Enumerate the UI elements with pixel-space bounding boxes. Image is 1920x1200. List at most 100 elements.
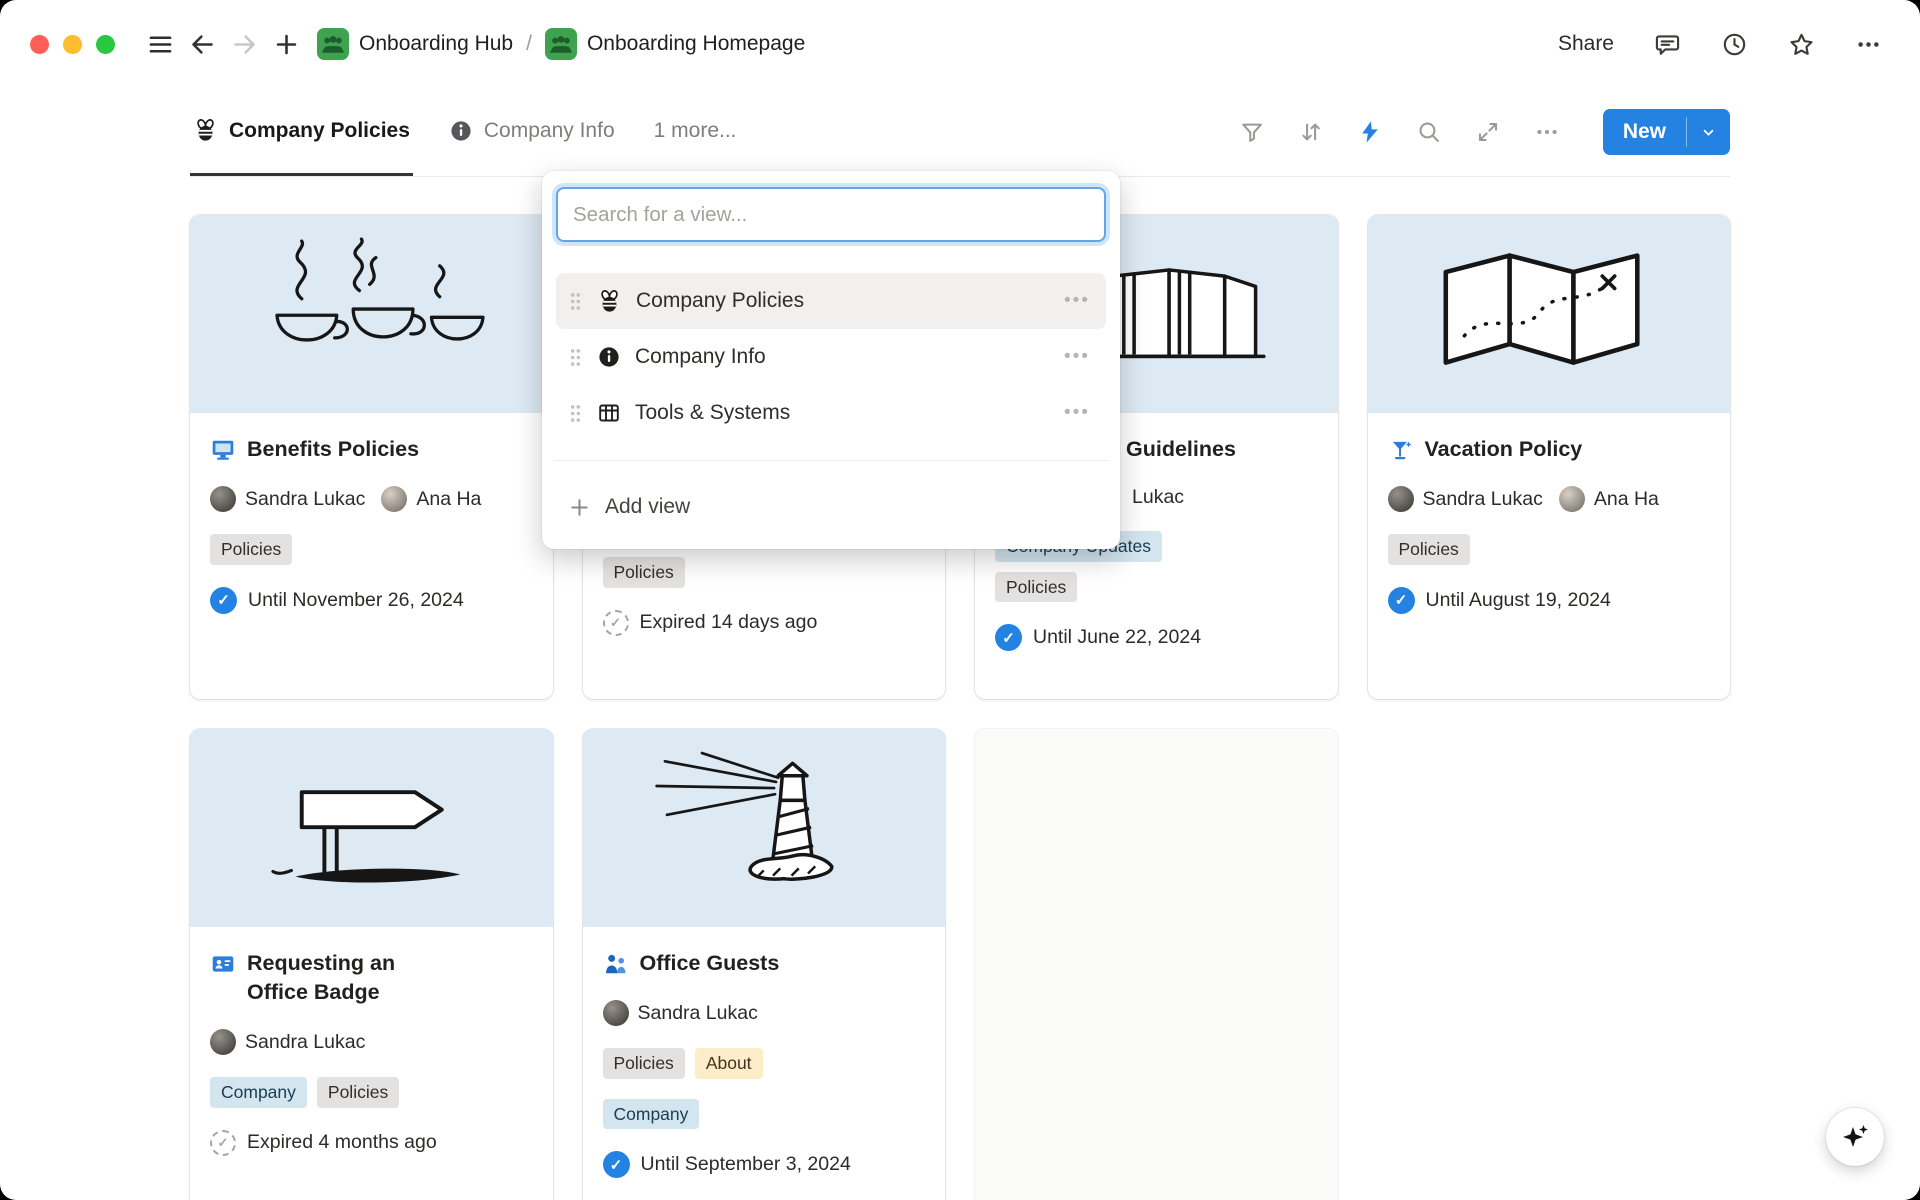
avatar xyxy=(1388,486,1414,512)
person-name: Sandra Lukac xyxy=(1423,488,1543,511)
chevron-down-icon[interactable] xyxy=(1687,109,1730,155)
verified-badge-icon: ✓ xyxy=(210,587,237,614)
card-title: Requesting an Office Badge xyxy=(247,949,417,1007)
app-window: Onboarding Hub / Onboarding Homepage Sha… xyxy=(0,0,1920,1200)
verified-badge-icon: ✓ xyxy=(995,624,1022,651)
tab-label: Company Info xyxy=(484,119,615,143)
computer-icon xyxy=(210,437,236,463)
card-cover-signpost xyxy=(190,729,553,927)
filter-icon[interactable] xyxy=(1239,119,1265,145)
expand-icon[interactable] xyxy=(1475,119,1501,145)
team-icon xyxy=(317,28,349,60)
ai-assistant-button[interactable] xyxy=(1826,1108,1884,1166)
expired-icon: ✓ xyxy=(603,610,629,636)
history-icon[interactable] xyxy=(1721,31,1748,58)
card-status: ✓ Expired 4 months ago xyxy=(210,1130,437,1156)
person: Sandra Lukac xyxy=(210,1029,365,1055)
view-more-icon[interactable] xyxy=(1534,119,1560,145)
status-text: Until August 19, 2024 xyxy=(1426,589,1611,612)
view-controls: New xyxy=(1239,109,1730,155)
team-icon xyxy=(545,28,577,60)
person-name: Ana Ha xyxy=(1594,488,1659,511)
card-title-row: Benefits Policies xyxy=(210,435,419,464)
card-people: Sandra Lukac xyxy=(603,1000,946,1026)
star-icon[interactable] xyxy=(1788,31,1815,58)
zoom-button[interactable] xyxy=(96,35,115,54)
drag-handle-icon[interactable] xyxy=(568,346,583,369)
tag: Policies xyxy=(603,557,685,588)
breadcrumb-current-label: Onboarding Homepage xyxy=(587,32,805,56)
view-item-company-info[interactable]: Company Info ••• xyxy=(556,329,1106,385)
card-tags: Policies xyxy=(603,557,685,588)
view-item-company-policies[interactable]: Company Policies ••• xyxy=(556,273,1106,329)
sidebar-toggle-icon[interactable] xyxy=(139,23,181,65)
card-title-row: Requesting an Office Badge xyxy=(210,949,417,1007)
new-button[interactable]: New xyxy=(1603,109,1730,155)
card-vacation-policy[interactable]: Vacation Policy Sandra Lukac Ana Ha Poli… xyxy=(1368,215,1731,699)
card-body: Benefits Policies Sandra Lukac Ana Ha Po… xyxy=(190,413,553,634)
person-name: Ana Ha xyxy=(416,488,481,511)
card-people: Sandra Lukac Ana Ha xyxy=(210,486,553,512)
tag: Policies xyxy=(210,534,292,565)
tag: About xyxy=(695,1048,763,1079)
expired-icon: ✓ xyxy=(210,1130,236,1156)
view-item-tools-systems[interactable]: Tools & Systems ••• xyxy=(556,385,1106,441)
view-list: Company Policies ••• Company Info ••• xyxy=(556,273,1106,441)
new-gallery-card-button[interactable]: New xyxy=(975,729,1338,1200)
tab-company-policies[interactable]: Company Policies xyxy=(190,88,413,176)
sort-icon[interactable] xyxy=(1298,119,1324,145)
tabs-overflow[interactable]: 1 more... xyxy=(651,88,740,176)
card-benefits-policies[interactable]: Benefits Policies Sandra Lukac Ana Ha Po… xyxy=(190,215,553,699)
view-item-menu-icon[interactable]: ••• xyxy=(1060,346,1094,368)
card-status: ✓ Until August 19, 2024 xyxy=(1388,587,1611,614)
status-text: Until November 26, 2024 xyxy=(248,589,464,612)
tag: Policies xyxy=(995,572,1077,603)
badge-icon xyxy=(210,951,236,977)
topbar-actions: Share xyxy=(1558,31,1882,58)
minimize-button[interactable] xyxy=(63,35,82,54)
view-search-input[interactable] xyxy=(556,187,1106,242)
new-button-label[interactable]: New xyxy=(1603,109,1686,155)
info-icon xyxy=(449,119,473,143)
card-body: Requesting an Office Badge Sandra Lukac … xyxy=(190,927,553,1176)
card-tags: Policies xyxy=(1388,534,1470,565)
automation-lightning-icon[interactable] xyxy=(1357,119,1383,145)
card-requesting-office-badge[interactable]: Requesting an Office Badge Sandra Lukac … xyxy=(190,729,553,1200)
new-page-icon[interactable] xyxy=(265,23,307,65)
breadcrumb-root[interactable]: Onboarding Hub xyxy=(317,28,513,60)
card-cover-mugs xyxy=(190,215,553,413)
back-icon[interactable] xyxy=(181,23,223,65)
share-button[interactable]: Share xyxy=(1558,32,1614,56)
tag: Policies xyxy=(1388,534,1470,565)
person: Ana Ha xyxy=(1559,486,1659,512)
tag: Company xyxy=(603,1099,700,1130)
avatar xyxy=(603,1000,629,1026)
view-item-menu-icon[interactable]: ••• xyxy=(1060,290,1094,312)
drag-handle-icon[interactable] xyxy=(568,402,583,425)
view-item-menu-icon[interactable]: ••• xyxy=(1060,402,1094,424)
status-text: Expired 14 days ago xyxy=(640,611,818,634)
avatar xyxy=(210,486,236,512)
avatar xyxy=(210,1029,236,1055)
info-icon xyxy=(597,345,621,369)
card-office-guests[interactable]: Office Guests Sandra Lukac Policies Abou… xyxy=(583,729,946,1200)
person-name: Sandra Lukac xyxy=(245,488,365,511)
person: Ana Ha xyxy=(381,486,481,512)
tab-company-info[interactable]: Company Info xyxy=(446,88,618,176)
person: Sandra Lukac xyxy=(603,1000,758,1026)
card-body: Office Guests Sandra Lukac Policies Abou… xyxy=(583,927,946,1198)
comment-icon[interactable] xyxy=(1654,31,1681,58)
drag-handle-icon[interactable] xyxy=(568,290,583,313)
view-item-label: Tools & Systems xyxy=(635,401,1046,425)
drink-icon xyxy=(1388,437,1414,463)
breadcrumb-current[interactable]: Onboarding Homepage xyxy=(545,28,805,60)
forward-icon[interactable] xyxy=(223,23,265,65)
view-switcher-popup: Company Policies ••• Company Info ••• xyxy=(542,171,1120,549)
close-button[interactable] xyxy=(30,35,49,54)
sparkle-icon xyxy=(1839,1121,1871,1153)
search-icon[interactable] xyxy=(1416,119,1442,145)
table-icon xyxy=(597,401,621,425)
verified-badge-icon: ✓ xyxy=(1388,587,1415,614)
add-view-button[interactable]: Add view xyxy=(556,480,1106,534)
more-options-icon[interactable] xyxy=(1855,31,1882,58)
